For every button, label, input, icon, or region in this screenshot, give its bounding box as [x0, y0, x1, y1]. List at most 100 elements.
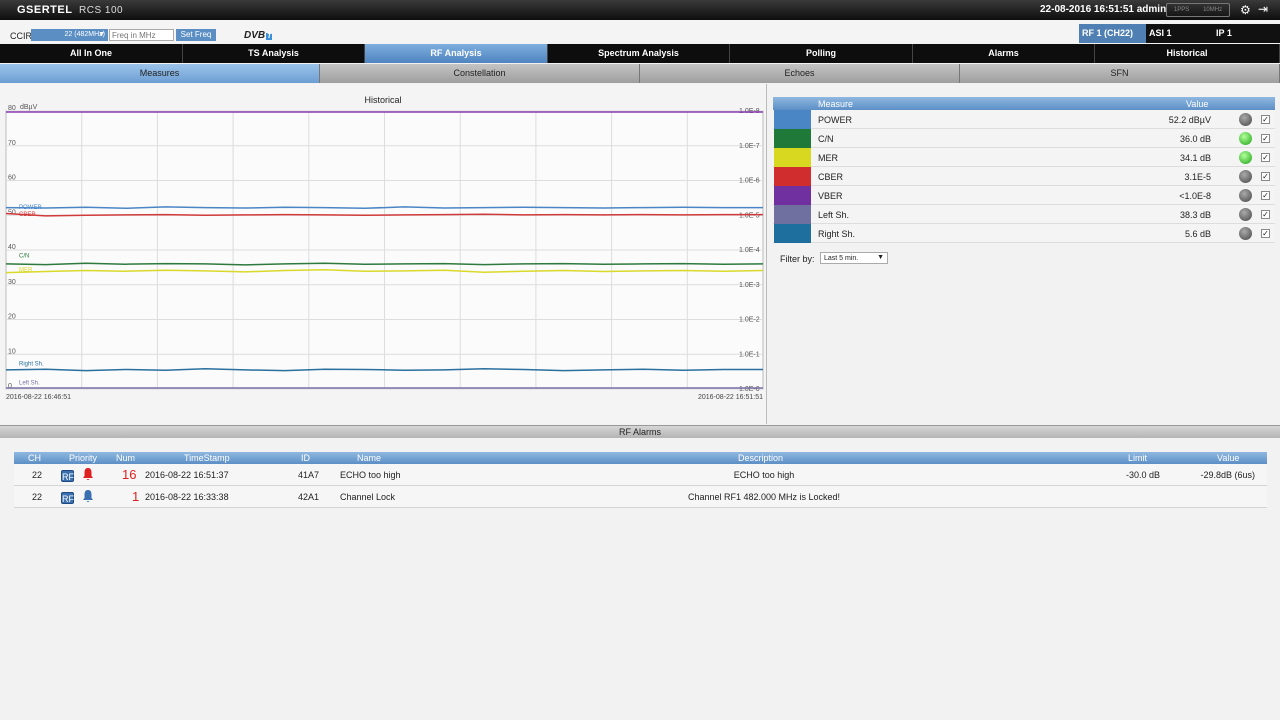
- status-led-icon: [1239, 113, 1252, 126]
- pps-indicator: 1PPS: [1173, 7, 1190, 13]
- alarm-timestamp: 2016-08-22 16:33:38: [145, 492, 229, 502]
- y-tick-label: 80: [8, 105, 16, 112]
- series-label: Left Sh.: [19, 381, 40, 387]
- y-tick-label: 30: [8, 279, 16, 286]
- alarm-count: 16: [122, 467, 137, 482]
- freq-input[interactable]: [109, 29, 174, 41]
- rf-badge-icon: RF: [61, 470, 74, 482]
- sub-tab[interactable]: Echoes: [640, 64, 960, 83]
- status-led-icon: [1239, 227, 1252, 240]
- nav-tab[interactable]: RF Analysis: [365, 44, 548, 63]
- datetime-user: 22-08-2016 16:51:51 admin: [1040, 4, 1167, 15]
- alarm-limit: -30.0 dB: [1125, 470, 1160, 480]
- right-tick-label: 1.0E-2: [739, 317, 760, 324]
- top-bar: GSERTEL RCS 100 22-08-2016 16:51:51 admi…: [0, 0, 1280, 20]
- measures-header: Measure Value: [773, 97, 1275, 110]
- status-led-icon: [1239, 208, 1252, 221]
- measure-row: C/N 36.0 dB ✓: [773, 129, 1275, 148]
- series-swatch: [774, 224, 811, 243]
- measure-name: C/N: [818, 134, 834, 144]
- measure-name: MER: [818, 153, 838, 163]
- series-label: CBER: [19, 212, 36, 218]
- historical-chart-panel: 010203040506070801.0E-81.0E-71.0E-61.0E-…: [0, 84, 767, 424]
- alarm-ch: 22: [32, 492, 43, 502]
- alarm-row[interactable]: 22 RF 1 2016-08-22 16:33:38 42A1 Channel Lock…: [14, 486, 1267, 508]
- measure-value: 34.1 dB: [1179, 153, 1211, 163]
- priority-header: Priority: [69, 453, 98, 463]
- status-led-icon: [1239, 189, 1252, 202]
- series-label: MER: [19, 268, 33, 274]
- filter-bar: Filter by: Last 5 min. ▼: [773, 252, 1275, 266]
- sub-tab[interactable]: Constellation: [320, 64, 640, 83]
- right-tick-label: 1.0E-6: [739, 178, 760, 185]
- right-tick-label: 1.0E-4: [739, 247, 760, 254]
- 10mhz-indicator: 10MHz: [1203, 7, 1223, 13]
- nav-tab[interactable]: Spectrum Analysis: [548, 44, 730, 63]
- reference-status: 1PPS 10MHz: [1166, 3, 1230, 17]
- chart-title: Historical: [364, 95, 401, 105]
- rf-alarms-title: RF Alarms: [0, 425, 1280, 438]
- series-swatch: [774, 205, 811, 224]
- status-led-icon: [1239, 132, 1252, 145]
- measure-row: Left Sh. 38.3 dB ✓: [773, 205, 1275, 224]
- filter-value: Last 5 min.: [824, 255, 859, 262]
- series-checkbox[interactable]: ✓: [1261, 210, 1270, 219]
- nav-tab[interactable]: Historical: [1095, 44, 1280, 63]
- ccir-label: CCIR: [10, 31, 32, 41]
- value-header: Value: [1186, 99, 1209, 109]
- sub-tab[interactable]: SFN: [960, 64, 1280, 83]
- series-checkbox[interactable]: ✓: [1261, 191, 1270, 200]
- right-tick-label: 1.0E-7: [739, 143, 760, 150]
- sub-tab[interactable]: Measures: [0, 64, 320, 83]
- nav-tab[interactable]: Polling: [730, 44, 913, 63]
- nav-tab[interactable]: Alarms: [913, 44, 1095, 63]
- measure-row: VBER <1.0E-8 ✓: [773, 186, 1275, 205]
- measure-row: CBER 3.1E-5 ✓: [773, 167, 1275, 186]
- nav-tab[interactable]: All In One: [0, 44, 183, 63]
- series-checkbox[interactable]: ✓: [1261, 153, 1270, 162]
- set-freq-button[interactable]: Set Freq: [176, 29, 216, 41]
- rf-badge-icon: RF: [61, 492, 74, 504]
- series-swatch: [774, 167, 811, 186]
- series-label: C/N: [19, 254, 29, 260]
- measure-value: 36.0 dB: [1179, 134, 1211, 144]
- alarm-name: Channel Lock: [340, 492, 396, 502]
- port-tab[interactable]: ASI 1: [1146, 24, 1213, 43]
- series-checkbox[interactable]: ✓: [1261, 172, 1270, 181]
- series-checkbox[interactable]: ✓: [1261, 229, 1270, 238]
- y-tick-label: 10: [8, 348, 16, 355]
- measure-row: Right Sh. 5.6 dB ✓: [773, 224, 1275, 243]
- alarm-row[interactable]: 22 RF 16 2016-08-22 16:51:37 41A7 ECHO too hi…: [14, 464, 1267, 486]
- measure-value: 5.6 dB: [1184, 229, 1211, 239]
- alarm-description: ECHO too high: [733, 470, 795, 480]
- logout-icon[interactable]: ⇥: [1258, 2, 1268, 16]
- alarm-id: 42A1: [298, 492, 320, 502]
- port-tab[interactable]: IP 1: [1213, 24, 1280, 43]
- series-checkbox[interactable]: ✓: [1261, 115, 1270, 124]
- measure-value: 38.3 dB: [1179, 210, 1211, 220]
- y-tick-label: 40: [8, 244, 16, 251]
- measure-value: <1.0E-8: [1179, 191, 1211, 201]
- measure-row: POWER 52.2 dBµV ✓: [773, 110, 1275, 129]
- measure-name: Right Sh.: [818, 229, 856, 239]
- right-tick-label: 1.0E-0: [739, 386, 760, 393]
- historical-chart: 010203040506070801.0E-81.0E-71.0E-61.0E-…: [5, 95, 764, 401]
- port-tab[interactable]: RF 1 (CH22): [1079, 24, 1146, 43]
- channel-select[interactable]: 22 (482MHz) ▼: [31, 29, 108, 41]
- alarm-value: -29.8dB (6us): [1200, 470, 1255, 480]
- gear-icon[interactable]: ⚙: [1240, 3, 1251, 17]
- brand-name: GSERTEL: [17, 4, 73, 16]
- dvb-logo: DVB T: [244, 30, 273, 41]
- alarm-id: 41A7: [298, 470, 320, 480]
- filter-select[interactable]: Last 5 min. ▼: [820, 252, 888, 264]
- alarms-table: CH Priority Num TimeStamp ID Name Descri…: [14, 452, 1267, 508]
- series-swatch: [774, 129, 811, 148]
- alarm-timestamp: 2016-08-22 16:51:37: [145, 470, 229, 480]
- series-checkbox[interactable]: ✓: [1261, 134, 1270, 143]
- nav-tab[interactable]: TS Analysis: [183, 44, 365, 63]
- x-start-label: 2016-08-22 16:46:51: [6, 394, 71, 401]
- status-led-icon: [1239, 170, 1252, 183]
- measure-value: 52.2 dBµV: [1168, 115, 1211, 125]
- series-swatch: [774, 186, 811, 205]
- series-label: POWER: [19, 205, 42, 211]
